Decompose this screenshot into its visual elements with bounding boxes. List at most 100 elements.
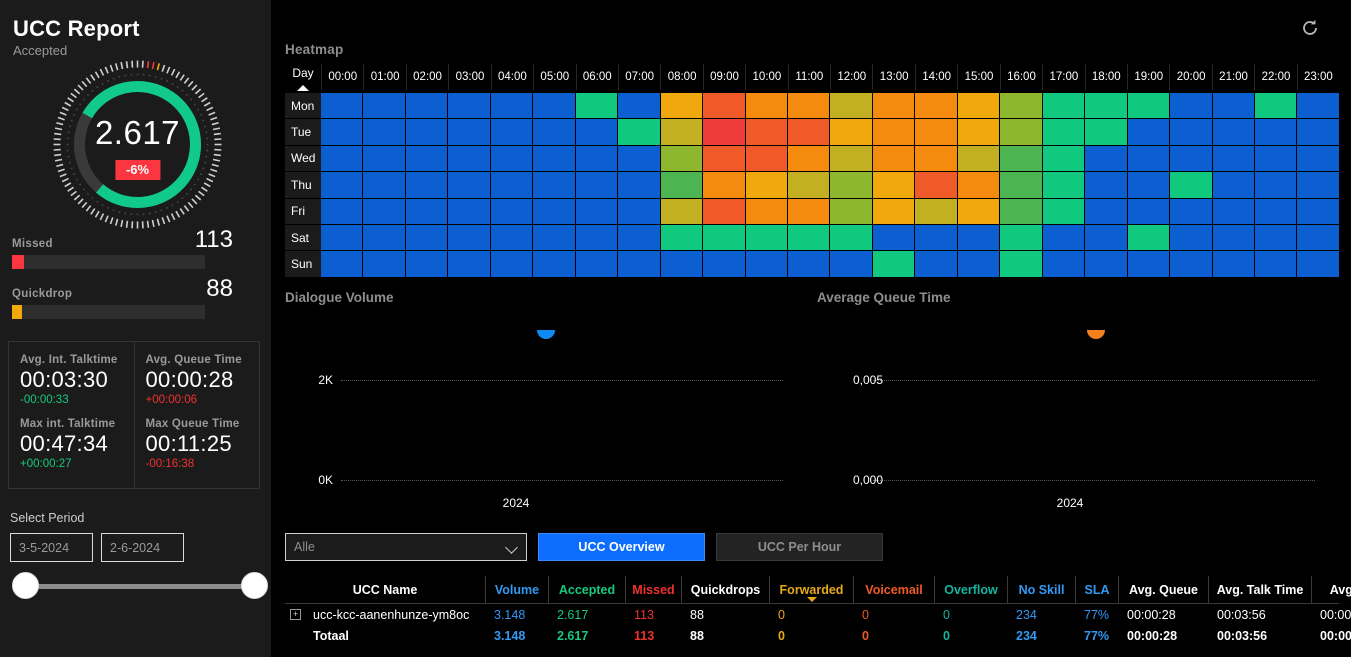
heatmap-cell[interactable] — [830, 224, 873, 251]
heatmap-cell[interactable] — [618, 224, 661, 251]
heatmap-hour-header[interactable]: 05:00 — [533, 64, 575, 90]
heatmap-cell[interactable] — [321, 172, 364, 198]
heatmap-cell[interactable] — [660, 224, 704, 251]
table-column-header-vol[interactable]: Volume — [485, 576, 548, 603]
heatmap-cell[interactable] — [703, 93, 746, 119]
data-point-marker[interactable] — [537, 330, 555, 339]
heatmap-cell[interactable] — [872, 251, 916, 277]
heatmap-cell[interactable] — [745, 93, 788, 119]
heatmap-hour-header[interactable]: 00:00 — [321, 64, 363, 90]
heatmap-cell[interactable] — [618, 172, 661, 198]
heatmap-cell[interactable] — [957, 172, 1001, 198]
heatmap-cell[interactable] — [1127, 145, 1171, 172]
heatmap-cell[interactable] — [575, 93, 619, 119]
heatmap-cell[interactable] — [448, 198, 491, 224]
heatmap-cell[interactable] — [1212, 145, 1255, 172]
heatmap-cell[interactable] — [1127, 93, 1171, 119]
heatmap-cell[interactable] — [618, 119, 661, 145]
heatmap-cell[interactable] — [1254, 251, 1298, 277]
heatmap-cell[interactable] — [1254, 119, 1298, 145]
heatmap-cell[interactable] — [405, 93, 449, 119]
heatmap-cell[interactable] — [1085, 198, 1128, 224]
heatmap-cell[interactable] — [787, 198, 831, 224]
table-column-header-fw[interactable]: Forwarded — [769, 576, 853, 603]
heatmap-cell[interactable] — [1127, 172, 1171, 198]
heatmap-cell[interactable] — [1297, 172, 1339, 198]
heatmap-cell[interactable] — [363, 119, 406, 145]
table-column-header-aq[interactable]: Avg. Queue — [1118, 576, 1208, 603]
heatmap-cell[interactable] — [660, 251, 704, 277]
heatmap-cell[interactable] — [405, 119, 449, 145]
heatmap-hour-header[interactable]: 15:00 — [957, 64, 999, 90]
heatmap-cell[interactable] — [1042, 145, 1086, 172]
heatmap-cell[interactable] — [618, 251, 661, 277]
heatmap-cell[interactable] — [830, 198, 873, 224]
heatmap-cell[interactable] — [618, 198, 661, 224]
heatmap-cell[interactable] — [745, 251, 788, 277]
heatmap-cell[interactable] — [490, 251, 534, 277]
heatmap-hour-header[interactable]: 09:00 — [702, 64, 745, 90]
heatmap-hour-header[interactable]: 11:00 — [787, 64, 830, 90]
heatmap-cell[interactable] — [363, 224, 406, 251]
heatmap-cell[interactable] — [448, 172, 491, 198]
heatmap-hour-header[interactable]: 17:00 — [1042, 64, 1084, 90]
table-column-header-att[interactable]: Avg. Talk Time — [1208, 576, 1311, 603]
heatmap-cell[interactable] — [1085, 119, 1128, 145]
heatmap-hour-header[interactable]: 19:00 — [1127, 64, 1169, 90]
heatmap-cell[interactable] — [490, 172, 534, 198]
heatmap-cell[interactable] — [363, 172, 406, 198]
heatmap-cell[interactable] — [957, 198, 1001, 224]
heatmap-cell[interactable] — [533, 93, 576, 119]
heatmap-hour-header[interactable]: 14:00 — [914, 64, 957, 90]
heatmap-cell[interactable] — [957, 145, 1001, 172]
heatmap-cell[interactable] — [618, 145, 661, 172]
heatmap-cell[interactable] — [321, 93, 364, 119]
table-column-header-ai[interactable]: Avg. I — [1311, 576, 1351, 603]
heatmap-cell[interactable] — [490, 198, 534, 224]
heatmap-cell[interactable] — [830, 172, 873, 198]
heatmap-hour-header[interactable]: 16:00 — [999, 64, 1042, 90]
heatmap-cell[interactable] — [405, 172, 449, 198]
heatmap-cell[interactable] — [915, 198, 958, 224]
heatmap-cell[interactable] — [1297, 145, 1339, 172]
table-column-header-of[interactable]: Overflow — [934, 576, 1007, 603]
heatmap-hour-header[interactable]: 10:00 — [745, 64, 787, 90]
heatmap-cell[interactable] — [787, 172, 831, 198]
tab-ucc-per-hour[interactable]: UCC Per Hour — [716, 533, 883, 561]
heatmap-cell[interactable] — [1254, 198, 1298, 224]
table-column-header-acc[interactable]: Accepted — [548, 576, 625, 603]
heatmap-cell[interactable] — [1254, 145, 1298, 172]
heatmap-cell[interactable] — [1297, 251, 1339, 277]
slider-knob-right[interactable] — [241, 572, 268, 599]
heatmap-cell[interactable] — [745, 224, 788, 251]
heatmap-cell[interactable] — [1085, 93, 1128, 119]
table-column-header-mis[interactable]: Missed — [625, 576, 681, 603]
heatmap-cell[interactable] — [915, 119, 958, 145]
heatmap-cell[interactable] — [787, 251, 831, 277]
heatmap-cell[interactable] — [321, 224, 364, 251]
heatmap-cell[interactable] — [703, 198, 746, 224]
heatmap-cell[interactable] — [1170, 198, 1213, 224]
heatmap-cell[interactable] — [490, 145, 534, 172]
heatmap-cell[interactable] — [1170, 224, 1213, 251]
refresh-icon[interactable] — [1299, 17, 1321, 39]
heatmap-cell[interactable] — [703, 145, 746, 172]
heatmap-cell[interactable] — [448, 119, 491, 145]
heatmap-cell[interactable] — [915, 251, 958, 277]
data-point-marker[interactable] — [1087, 330, 1105, 339]
heatmap-cell[interactable] — [448, 251, 491, 277]
heatmap-cell[interactable] — [1297, 198, 1339, 224]
heatmap-cell[interactable] — [363, 251, 406, 277]
heatmap-cell[interactable] — [1170, 119, 1213, 145]
heatmap-cell[interactable] — [1085, 224, 1128, 251]
heatmap-cell[interactable] — [745, 145, 788, 172]
heatmap-cell[interactable] — [830, 119, 873, 145]
table-column-header-qd[interactable]: Quickdrops — [681, 576, 769, 603]
heatmap-cell[interactable] — [872, 224, 916, 251]
heatmap-cell[interactable] — [448, 224, 491, 251]
heatmap-cell[interactable] — [787, 119, 831, 145]
slider-knob-left[interactable] — [12, 572, 39, 599]
heatmap-cell[interactable] — [1042, 251, 1086, 277]
heatmap-cell[interactable] — [1042, 198, 1086, 224]
tab-ucc-overview[interactable]: UCC Overview — [538, 533, 705, 561]
